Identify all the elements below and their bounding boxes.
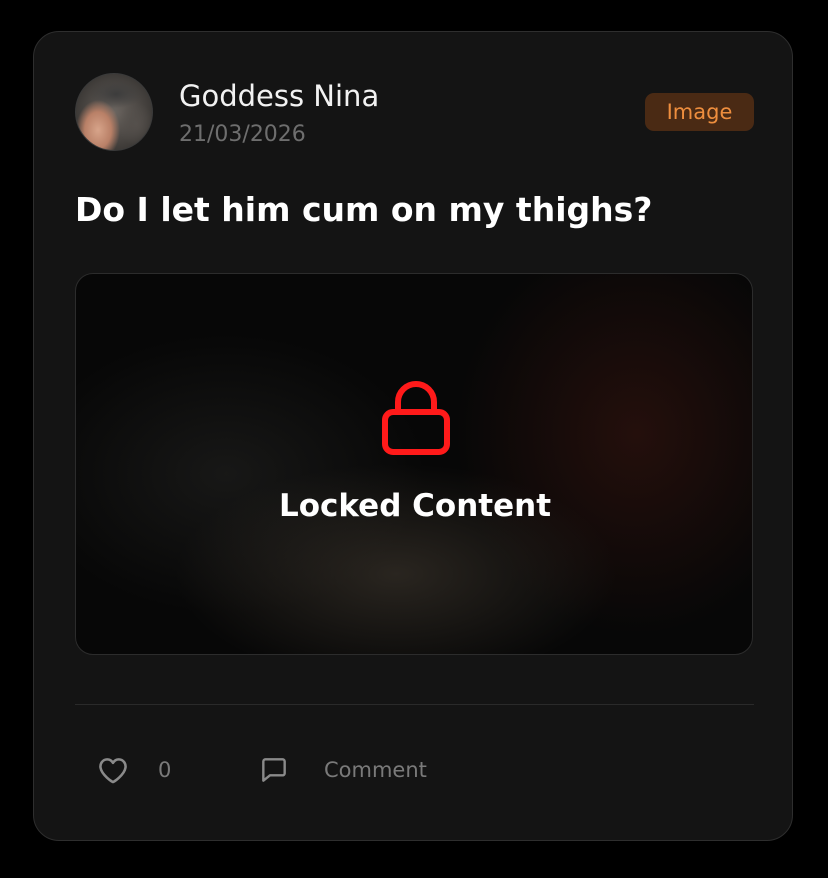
heart-icon: [99, 758, 127, 784]
post-date: 21/03/2026: [179, 122, 306, 147]
avatar[interactable]: [75, 73, 153, 151]
post-title: Do I let him cum on my thighs?: [75, 190, 653, 229]
comment-icon: [262, 758, 286, 782]
comment-label: Comment: [324, 758, 427, 782]
media-type-badge: Image: [645, 93, 754, 131]
divider: [75, 704, 754, 705]
locked-media[interactable]: Locked Content: [75, 273, 753, 655]
author-name[interactable]: Goddess Nina: [179, 79, 379, 113]
locked-content-label: Locked Content: [278, 488, 552, 524]
like-button[interactable]: 0: [96, 750, 186, 790]
like-count: 0: [158, 758, 172, 782]
lock-icon: [382, 381, 450, 455]
post-card: Goddess Nina 21/03/2026 Image Do I let h…: [33, 31, 793, 841]
comment-button[interactable]: Comment: [258, 750, 448, 790]
